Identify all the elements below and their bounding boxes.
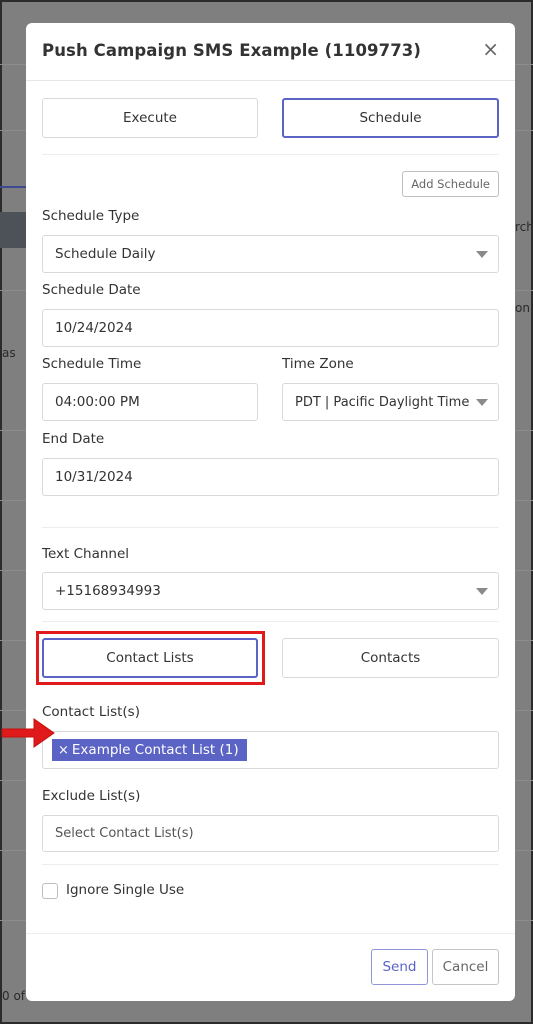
background-text-fragment: 0 of: [2, 989, 26, 1003]
add-schedule-button[interactable]: Add Schedule: [402, 171, 499, 197]
schedule-date-label: Schedule Date: [42, 282, 141, 298]
background-header-cell: [0, 212, 26, 248]
exclude-lists-label: Exclude List(s): [42, 788, 141, 804]
schedule-type-select[interactable]: Schedule Daily: [42, 235, 499, 273]
schedule-type-value: Schedule Daily: [55, 246, 156, 262]
text-channel-label: Text Channel: [42, 546, 130, 562]
send-button[interactable]: Send: [371, 949, 428, 985]
chevron-down-icon: [476, 399, 488, 406]
footer-divider: [26, 933, 515, 934]
time-zone-select[interactable]: PDT | Pacific Daylight Time: [282, 383, 499, 421]
end-date-input[interactable]: 10/31/2024: [42, 458, 499, 496]
section-divider: [42, 527, 499, 528]
background-text-fragment: rch: [515, 220, 533, 234]
background-active-tab-indicator: [0, 186, 26, 188]
modal-title: Push Campaign SMS Example (1109773): [42, 41, 422, 60]
ignore-single-use-checkbox[interactable]: [42, 883, 58, 899]
schedule-time-label: Schedule Time: [42, 356, 142, 372]
annotation-arrow-icon: [1, 718, 55, 748]
selected-contact-list-name: Example Contact List (1): [71, 742, 239, 758]
text-channel-select[interactable]: +15168934993: [42, 572, 499, 610]
modal-header: Push Campaign SMS Example (1109773) ×: [26, 23, 515, 81]
close-button[interactable]: ×: [482, 39, 499, 59]
section-divider: [42, 154, 499, 155]
exclude-lists-multiselect[interactable]: Select Contact List(s): [42, 815, 499, 852]
ignore-single-use-label: Ignore Single Use: [66, 882, 185, 898]
remove-tag-icon[interactable]: ×: [58, 743, 69, 758]
cancel-button[interactable]: Cancel: [432, 949, 499, 985]
exclude-lists-placeholder: Select Contact List(s): [55, 826, 194, 841]
chevron-down-icon: [476, 251, 488, 258]
background-text-fragment: as: [2, 346, 16, 360]
chevron-down-icon: [476, 588, 488, 595]
push-campaign-modal: Push Campaign SMS Example (1109773) × Ex…: [26, 23, 515, 1001]
selected-contact-list-tag: × Example Contact List (1): [52, 739, 247, 761]
execute-tab[interactable]: Execute: [42, 98, 258, 138]
schedule-date-value: 10/24/2024: [55, 320, 133, 336]
schedule-type-label: Schedule Type: [42, 208, 140, 224]
contacts-tab[interactable]: Contacts: [282, 638, 499, 678]
section-divider: [42, 621, 499, 622]
schedule-time-value: 04:00:00 PM: [55, 394, 140, 410]
contact-lists-tab[interactable]: Contact Lists: [42, 638, 258, 678]
end-date-label: End Date: [42, 431, 105, 447]
schedule-date-input[interactable]: 10/24/2024: [42, 309, 499, 347]
end-date-value: 10/31/2024: [55, 469, 133, 485]
background-text-fragment: on: [515, 301, 530, 315]
schedule-time-input[interactable]: 04:00:00 PM: [42, 383, 258, 421]
time-zone-label: Time Zone: [282, 356, 354, 372]
text-channel-value: +15168934993: [55, 583, 161, 599]
time-zone-value: PDT | Pacific Daylight Time: [295, 394, 470, 410]
section-divider: [42, 864, 499, 865]
schedule-tab[interactable]: Schedule: [282, 98, 499, 138]
contact-lists-label: Contact List(s): [42, 704, 140, 720]
